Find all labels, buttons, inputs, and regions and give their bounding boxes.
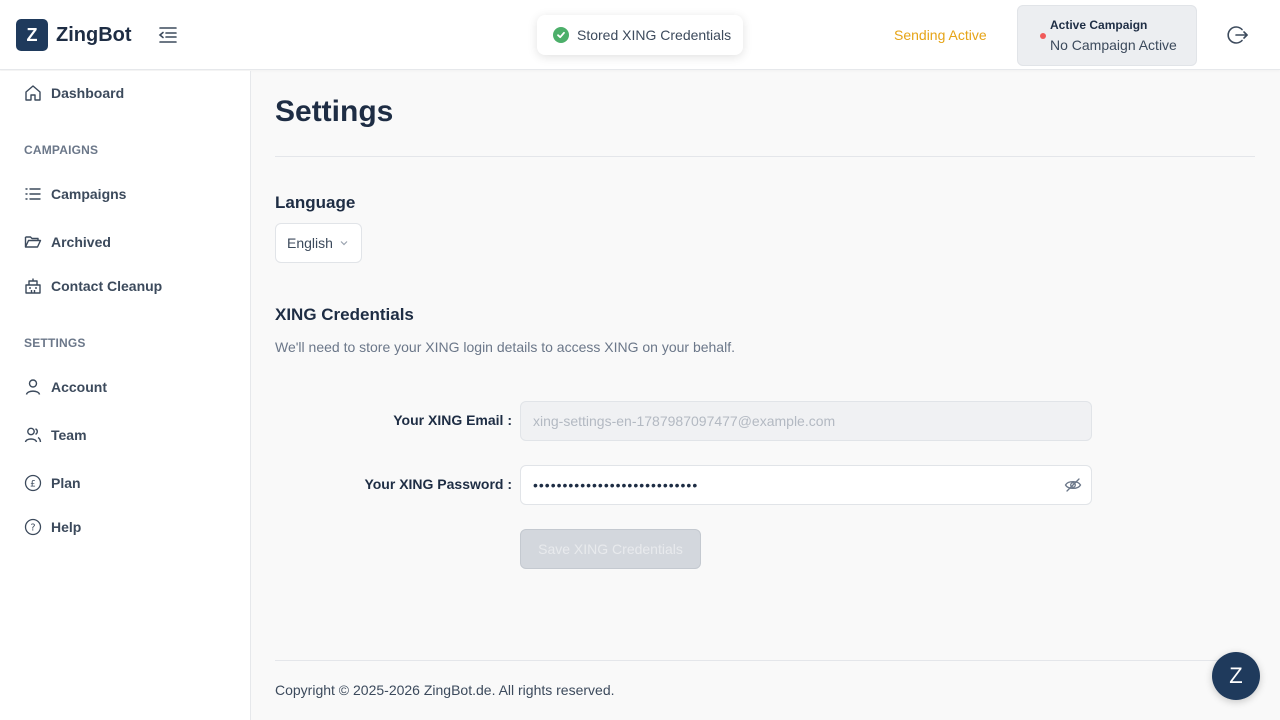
credentials-heading: XING Credentials <box>275 305 414 324</box>
app-name: ZingBot <box>56 23 132 46</box>
chevron-down-icon <box>340 241 348 246</box>
sidebar-item-team[interactable]: Team <box>24 426 87 444</box>
language-select[interactable]: English <box>275 223 362 263</box>
success-toast: Stored XING Credentials <box>537 15 743 55</box>
top-header: Z ZingBot Stored XING Credentials Sendin… <box>0 0 1280 70</box>
sidebar-item-contact-cleanup[interactable]: Contact Cleanup <box>24 277 162 295</box>
chat-launcher-button[interactable]: Z <box>1212 652 1260 700</box>
sidebar-item-dashboard[interactable]: Dashboard <box>24 84 124 102</box>
sidebar-item-label: Archived <box>51 234 111 250</box>
app-logo[interactable]: Z ZingBot <box>16 19 132 51</box>
check-circle-icon <box>553 27 569 43</box>
active-campaign-panel[interactable]: Active Campaign No Campaign Active <box>1017 5 1197 66</box>
sidebar-item-label: Team <box>51 427 87 443</box>
sidebar-item-label: Contact Cleanup <box>51 278 163 294</box>
team-icon <box>24 426 42 444</box>
save-credentials-button[interactable]: Save XING Credentials <box>520 529 701 569</box>
credentials-description: We'll need to store your XING login deta… <box>275 339 735 355</box>
section-label-campaigns: CAMPAIGNS <box>24 143 99 157</box>
sidebar-item-account[interactable]: Account <box>24 378 107 396</box>
list-icon <box>24 185 42 203</box>
building-icon <box>24 277 42 295</box>
section-label-settings: SETTINGS <box>24 336 86 350</box>
logo-badge: Z <box>16 19 48 51</box>
sidebar-item-archived[interactable]: Archived <box>24 233 111 251</box>
sending-status: Sending Active <box>894 27 987 43</box>
pound-circle-icon: £ <box>24 474 42 492</box>
sidebar-item-plan[interactable]: £ Plan <box>24 474 81 492</box>
password-field[interactable]: •••••••••••••••••••••••••••• <box>520 465 1092 505</box>
language-selected-value: English <box>287 235 333 251</box>
sidebar-item-help[interactable]: ? Help <box>24 518 81 536</box>
language-heading: Language <box>275 193 356 212</box>
page-title: Settings <box>275 95 394 128</box>
sidebar: Dashboard CAMPAIGNS Campaigns Archived C… <box>0 71 251 720</box>
sidebar-item-label: Plan <box>51 475 81 491</box>
svg-text:?: ? <box>30 523 35 534</box>
email-label: Your XING Email : <box>393 412 512 428</box>
active-campaign-title: Active Campaign <box>1050 18 1148 32</box>
svg-text:£: £ <box>30 480 36 490</box>
copyright-text: Copyright © 2025-2026 ZingBot.de. All ri… <box>275 682 615 698</box>
password-label: Your XING Password : <box>364 476 512 492</box>
status-dot <box>1040 33 1046 39</box>
sidebar-item-campaigns[interactable]: Campaigns <box>24 185 126 203</box>
folder-open-icon <box>24 233 42 251</box>
title-divider <box>275 156 1255 157</box>
footer-divider <box>275 660 1255 661</box>
home-icon <box>24 84 42 102</box>
toast-message: Stored XING Credentials <box>577 27 732 43</box>
user-icon <box>24 378 42 396</box>
question-circle-icon: ? <box>24 518 42 536</box>
sidebar-item-label: Help <box>51 519 82 535</box>
sidebar-item-label: Campaigns <box>51 186 127 202</box>
email-field[interactable]: xing-settings-en-1787987097477@example.c… <box>520 401 1092 441</box>
sidebar-item-label: Dashboard <box>51 85 125 101</box>
collapse-sidebar-icon[interactable] <box>157 24 179 46</box>
eye-off-icon[interactable] <box>1064 476 1082 494</box>
sidebar-item-label: Account <box>51 379 107 395</box>
logout-icon[interactable] <box>1227 24 1249 46</box>
active-campaign-value: No Campaign Active <box>1050 37 1177 53</box>
